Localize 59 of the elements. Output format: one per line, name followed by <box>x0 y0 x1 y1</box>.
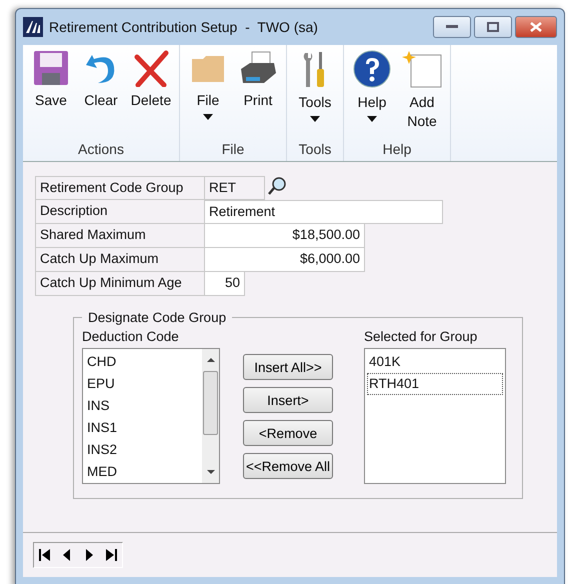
toolbar-button[interactable]: Clear <box>77 49 125 141</box>
toolbar-button[interactable]: Help <box>348 49 396 141</box>
close-icon <box>530 22 542 32</box>
toolbar-button[interactable]: Add Note <box>398 49 446 141</box>
input-field[interactable]: $6,000.00 <box>205 248 365 272</box>
field-label: Shared Maximum <box>35 224 205 248</box>
move-button[interactable]: Insert All>> <box>243 354 333 380</box>
input-field[interactable]: RET <box>205 176 265 200</box>
delete-x-icon <box>132 49 170 87</box>
maximize-icon <box>487 22 499 32</box>
list-item[interactable]: 401K <box>367 351 503 373</box>
list-item[interactable]: EPU <box>85 373 200 395</box>
field-label: Retirement Code Group <box>35 176 205 200</box>
selected-list[interactable]: 401K RTH401 <box>364 348 506 484</box>
dropdown-caret-icon <box>310 116 320 122</box>
group-label: Help <box>382 141 412 159</box>
lookup-icon[interactable] <box>267 176 287 196</box>
scrollbar[interactable] <box>202 349 219 483</box>
dropdown-caret-icon <box>367 116 377 122</box>
toolbar-button[interactable]: File <box>184 49 232 141</box>
input-field[interactable]: Retirement <box>205 200 443 224</box>
deduction-code-list[interactable]: CHD EPU INS INS1 INS2 MED <box>82 348 220 484</box>
field-label: Catch Up Maximum <box>35 248 205 272</box>
list-label: Deduction Code <box>82 329 180 344</box>
app-logo-icon <box>23 17 43 37</box>
toolbar-button[interactable]: Delete <box>127 49 175 141</box>
toolbar-button[interactable]: Tools <box>291 49 339 141</box>
group-box-title: Designate Code Group <box>87 310 228 325</box>
sticky-note-icon <box>401 49 443 89</box>
first-record-icon[interactable] <box>38 549 52 561</box>
move-button[interactable]: <<Remove All <box>243 453 333 479</box>
list-label: Selected for Group <box>364 329 478 344</box>
list-item[interactable]: INS <box>85 395 200 417</box>
last-record-icon[interactable] <box>104 549 118 561</box>
input-field[interactable]: 50 <box>205 272 245 296</box>
scroll-down-arrow-icon[interactable] <box>206 467 214 477</box>
input-field[interactable]: $18,500.00 <box>205 224 365 248</box>
move-button[interactable]: Insert> <box>243 387 333 413</box>
move-button[interactable]: <Remove <box>243 420 333 446</box>
window-title: Retirement Contribution Setup - TWO (sa) <box>49 19 319 35</box>
list-item[interactable]: CHD <box>85 351 200 373</box>
list-item[interactable]: MED <box>85 461 200 483</box>
group-label: Actions <box>78 141 124 159</box>
field-label: Catch Up Minimum Age <box>35 272 205 296</box>
toolbar-button[interactable]: Print <box>234 49 282 141</box>
list-item[interactable]: RTH401 <box>367 373 503 395</box>
maximize-button[interactable] <box>474 16 512 38</box>
minimize-button[interactable] <box>433 16 471 38</box>
field-label: Description <box>35 200 205 224</box>
dropdown-caret-icon <box>203 114 213 120</box>
list-item[interactable]: INS2 <box>85 439 200 461</box>
scroll-up-arrow-icon[interactable] <box>206 355 214 365</box>
minimize-icon <box>446 25 458 29</box>
group-label: Tools <box>298 141 332 159</box>
toolbar-button[interactable]: Save <box>27 49 75 141</box>
help-icon <box>352 49 392 89</box>
group-label: File <box>222 141 244 159</box>
list-item[interactable]: INS1 <box>85 417 200 439</box>
close-button[interactable] <box>515 16 557 38</box>
